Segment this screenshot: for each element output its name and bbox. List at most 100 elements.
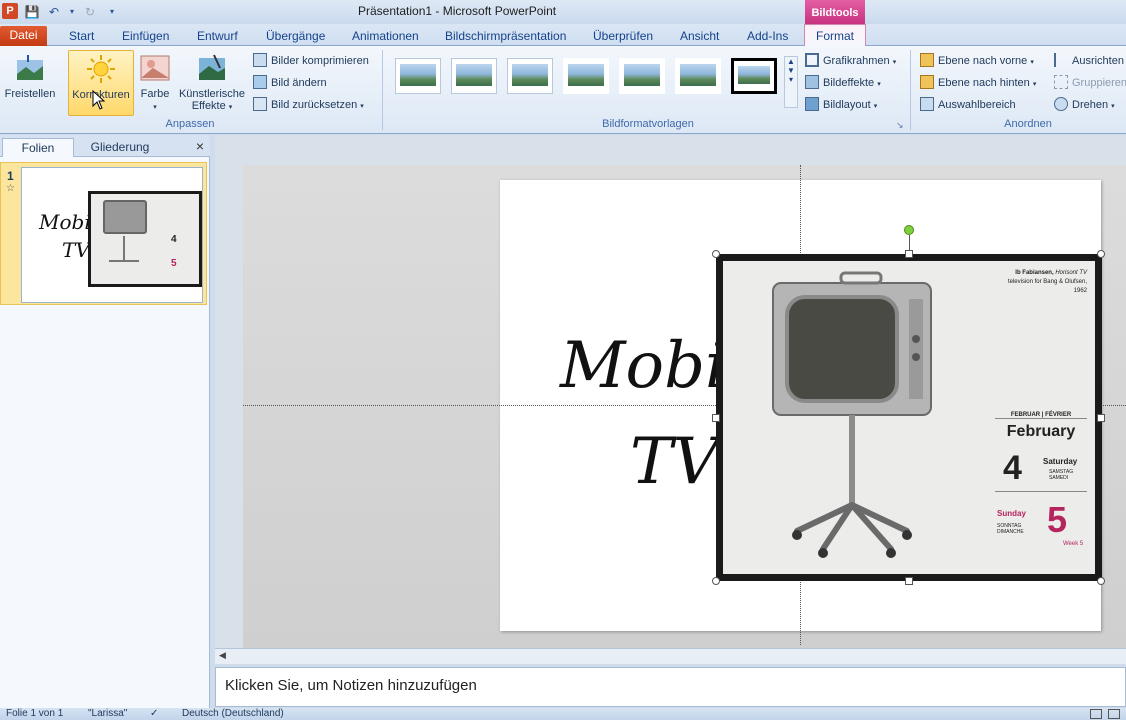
resize-handle-nw[interactable] xyxy=(712,250,720,258)
tab-uebergaenge[interactable]: Übergänge xyxy=(258,27,333,46)
horizontal-scrollbar[interactable]: ◀ xyxy=(215,648,1126,664)
picture-style-6[interactable] xyxy=(675,58,721,94)
ribbon-tabs: Datei Start Einfügen Entwurf Übergänge A… xyxy=(0,24,1126,47)
ribbon: Freistellen Korrekturen Farbe ▾ Künstleri… xyxy=(0,46,1126,134)
language[interactable]: Deutsch (Deutschland) xyxy=(182,708,284,720)
bildeffekte-button[interactable]: Bildeffekte ▾ xyxy=(805,74,881,92)
selected-picture[interactable]: Ib Fabiansen, Horisont TV television for… xyxy=(716,254,1102,581)
week-label: Week 5 xyxy=(1063,541,1084,547)
day-1-sub: SAMSTAG SAMEDI xyxy=(1049,469,1074,481)
send-backward-icon xyxy=(920,75,934,89)
notes-pane[interactable]: Klicken Sie, um Notizen hinzuzufügen xyxy=(215,667,1126,707)
title-line-2: TV xyxy=(630,425,719,499)
dropdown-arrow-icon: ▾ xyxy=(1032,81,1037,88)
tab-ansicht[interactable]: Ansicht xyxy=(672,27,727,46)
grafikrahmen-button[interactable]: Grafikrahmen ▾ xyxy=(805,52,896,70)
dropdown-arrow-icon: ▾ xyxy=(360,103,364,110)
picture-style-7-selected[interactable] xyxy=(731,58,777,94)
ebene-nach-hinten-button[interactable]: Ebene nach hinten ▾ xyxy=(920,74,1036,92)
rotate-icon xyxy=(1054,97,1068,111)
tab-bildschirmpraesentation[interactable]: Bildschirmpräsentation xyxy=(437,27,574,46)
tab-folien[interactable]: Folien xyxy=(2,138,74,157)
resize-handle-w[interactable] xyxy=(712,414,720,422)
tab-start[interactable]: Start xyxy=(61,27,102,46)
undo-icon[interactable]: ↶ xyxy=(46,4,62,20)
thumb-title-1: Mobi xyxy=(39,210,91,234)
dropdown-arrow-icon: ▾ xyxy=(892,59,897,66)
slide-thumbnail[interactable]: Mobi TV 4 5 xyxy=(21,167,203,303)
resize-handle-n[interactable] xyxy=(905,250,913,258)
slide-title[interactable]: Mobi TV xyxy=(560,318,726,510)
picture-style-3[interactable] xyxy=(507,58,553,94)
undo-dropdown-icon[interactable]: ▾ xyxy=(68,4,76,20)
gallery-scroll[interactable]: ▲ ▼ ▾ xyxy=(784,56,798,108)
bildlayout-button[interactable]: Bildlayout ▾ xyxy=(805,96,877,114)
farbe-button[interactable]: Farbe ▾ xyxy=(137,50,173,116)
picture-style-1[interactable] xyxy=(395,58,441,94)
day-1-name: Saturday xyxy=(1043,457,1078,466)
slide-editor-area[interactable]: Mobi TV Ib Fabiansen, Horisont TV televi… xyxy=(215,135,1126,648)
picture-style-5[interactable] xyxy=(619,58,665,94)
tab-add-ins[interactable]: Add-Ins xyxy=(739,27,796,46)
redo-icon[interactable]: ↻ xyxy=(82,4,98,20)
rotation-handle[interactable] xyxy=(904,225,914,235)
slide-sorter-icon[interactable] xyxy=(1108,709,1120,719)
tab-animationen[interactable]: Animationen xyxy=(344,27,427,46)
sun-icon xyxy=(87,55,115,83)
day-2-number: 5 xyxy=(1047,499,1068,540)
powerpoint-icon[interactable]: P xyxy=(2,3,18,19)
picture-style-2[interactable] xyxy=(451,58,497,94)
thumb-title-2: TV xyxy=(62,238,90,262)
picture-effects-icon xyxy=(805,75,819,89)
group-separator xyxy=(382,50,383,130)
tab-gliederung[interactable]: Gliederung xyxy=(78,138,162,157)
tab-datei[interactable]: Datei xyxy=(0,26,47,46)
scroll-up-icon[interactable]: ▲ xyxy=(785,57,797,66)
scroll-left-icon[interactable]: ◀ xyxy=(219,650,226,661)
scroll-down-icon[interactable]: ▼ xyxy=(785,66,797,75)
tab-entwurf[interactable]: Entwurf xyxy=(189,27,246,46)
picture-caption: Ib Fabiansen, Horisont TV television for… xyxy=(1007,270,1087,294)
contextual-tab-bildtools: Bildtools xyxy=(805,0,865,24)
theme-name: "Larissa" xyxy=(88,708,128,719)
artistic-effects-icon xyxy=(199,54,225,80)
resize-handle-s[interactable] xyxy=(905,577,913,585)
resize-handle-se[interactable] xyxy=(1097,577,1105,585)
slide-number: 1 xyxy=(7,169,14,183)
auswahlbereich-button[interactable]: Auswahlbereich xyxy=(920,96,1016,114)
slide-info: Folie 1 von 1 xyxy=(6,708,64,719)
close-icon[interactable]: × xyxy=(196,138,204,154)
ausrichten-button[interactable]: Ausrichten xyxy=(1054,52,1124,70)
gallery-more-icon[interactable]: ▾ xyxy=(785,75,797,84)
customize-qat-icon[interactable]: ▾ xyxy=(104,4,120,20)
tab-ueberpruefen[interactable]: Überprüfen xyxy=(585,27,661,46)
save-icon[interactable]: 💾 xyxy=(24,4,40,20)
ebene-nach-vorne-button[interactable]: Ebene nach vorne ▾ xyxy=(920,52,1034,70)
animation-star-icon: ☆ xyxy=(6,183,15,194)
bild-zuruecksetzen-button[interactable]: Bild zurücksetzen ▾ xyxy=(253,96,364,114)
normal-view-icon[interactable] xyxy=(1090,709,1102,719)
compress-icon xyxy=(253,53,267,67)
dialog-launcher-icon[interactable]: ↘ xyxy=(896,120,904,131)
spellcheck-icon[interactable]: ✓ xyxy=(150,708,158,720)
remove-background-icon xyxy=(17,55,43,80)
slide-thumbnail-item[interactable]: 1 ☆ Mobi TV 4 5 xyxy=(0,162,207,305)
picture-style-4[interactable] xyxy=(563,58,609,94)
dropdown-arrow-icon: ▾ xyxy=(1111,103,1115,110)
bilder-komprimieren-button[interactable]: Bilder komprimieren xyxy=(253,52,369,70)
gruppieren-button[interactable]: Gruppieren xyxy=(1054,74,1126,92)
month-label: February xyxy=(1006,423,1076,440)
resize-handle-ne[interactable] xyxy=(1097,250,1105,258)
drehen-button[interactable]: Drehen ▾ xyxy=(1054,96,1115,114)
tab-einfuegen[interactable]: Einfügen xyxy=(114,27,177,46)
bild-aendern-button[interactable]: Bild ändern xyxy=(253,74,327,92)
month-header: FEBRUAR | FÉVRIER xyxy=(995,412,1087,419)
day-2-name: Sunday xyxy=(997,509,1026,518)
kuenstlerische-effekte-button[interactable]: Künstlerische Effekte ▾ xyxy=(176,50,248,116)
freistellen-button[interactable]: Freistellen xyxy=(2,50,58,116)
notes-placeholder: Klicken Sie, um Notizen hinzuzufügen xyxy=(225,677,477,694)
resize-handle-sw[interactable] xyxy=(712,577,720,585)
mouse-cursor-icon xyxy=(92,90,106,110)
resize-handle-e[interactable] xyxy=(1097,414,1105,422)
tab-format[interactable]: Format xyxy=(804,24,866,47)
